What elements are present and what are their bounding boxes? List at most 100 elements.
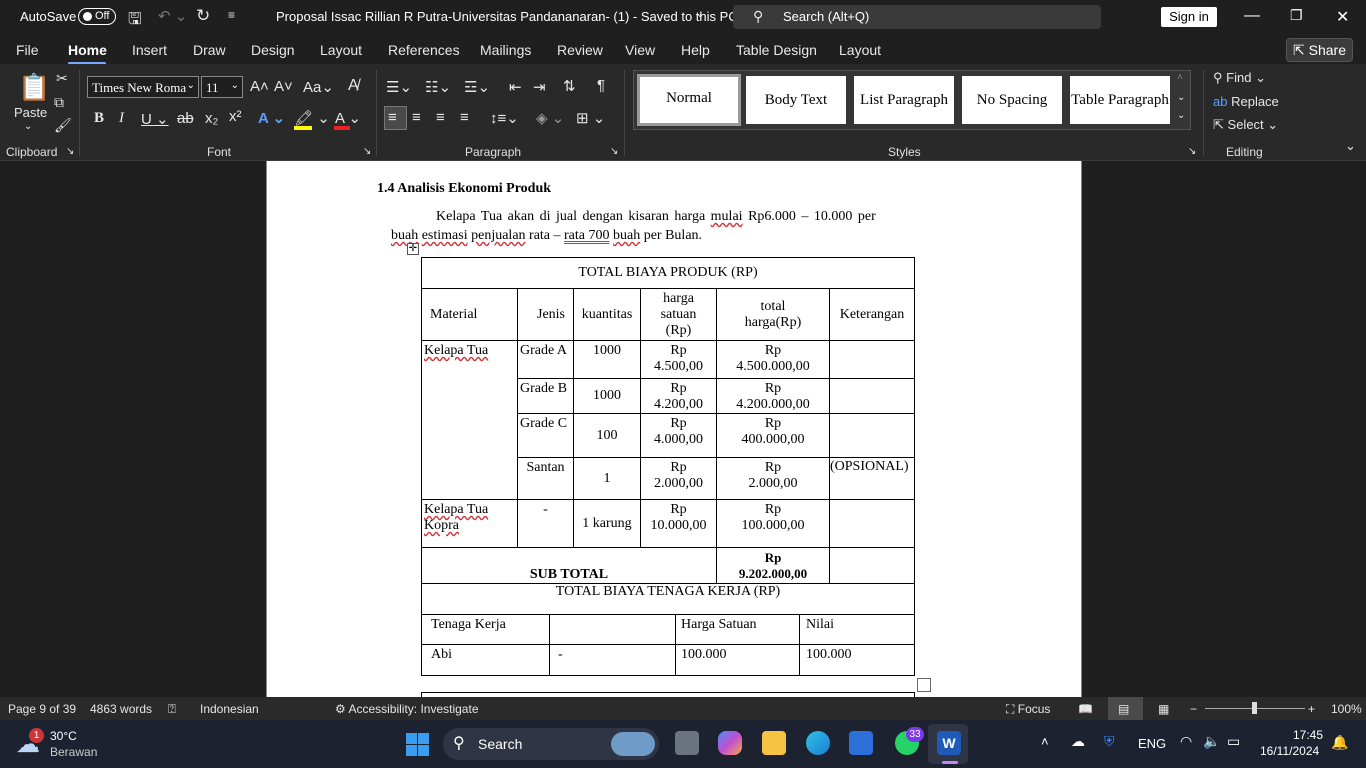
borders-icon[interactable]: ⊞ ⌄ — [576, 109, 605, 127]
paste-label[interactable]: Paste — [14, 105, 47, 120]
find-button[interactable]: ⚲ Find ⌄ — [1213, 70, 1266, 86]
tab-insert[interactable]: Insert — [132, 42, 167, 58]
cell-keterangan[interactable] — [829, 340, 915, 379]
header-keterangan[interactable]: Keterangan — [829, 288, 915, 341]
select-button[interactable]: ⇱ Select ⌄ — [1213, 117, 1278, 133]
table-title[interactable]: TOTAL BIAYA TENAGA KERJA (RP) — [421, 583, 915, 615]
start-icon[interactable] — [406, 733, 429, 756]
cell-jenis[interactable]: Grade C — [517, 413, 574, 458]
shrink-font-icon[interactable]: A˅ — [274, 78, 293, 95]
strikethrough-icon[interactable]: ab — [177, 110, 194, 127]
tab-help[interactable]: Help — [681, 42, 710, 58]
zoom-in-icon[interactable]: + — [1308, 702, 1315, 716]
header-total-harga[interactable]: total harga(Rp) — [716, 288, 830, 341]
title-chevron-icon[interactable]: ⌄ — [696, 9, 704, 20]
language[interactable]: Indonesian — [200, 702, 259, 716]
input-language[interactable]: ENG — [1138, 736, 1166, 751]
clock-time[interactable]: 17:45 — [1293, 728, 1323, 742]
tray-chevron-icon[interactable]: ˄ — [1041, 734, 1049, 749]
line-spacing-icon[interactable]: ↕≡⌄ — [490, 109, 519, 127]
focus-button[interactable]: ⛶ Focus — [1006, 702, 1050, 717]
cell-tenaga-kerja[interactable]: Abi — [421, 644, 550, 676]
cell-harga[interactable]: Rp 4.500,00 — [640, 340, 717, 379]
cell-keterangan[interactable] — [829, 547, 915, 584]
bold-icon[interactable]: B — [94, 110, 104, 127]
taskbar-search[interactable]: ⚲ Search — [443, 728, 659, 760]
tab-view[interactable]: View — [625, 42, 655, 58]
tab-table-layout[interactable]: Layout — [839, 42, 881, 58]
clock-date[interactable]: 16/11/2024 — [1260, 744, 1319, 758]
web-layout-icon[interactable]: ▦ — [1158, 702, 1169, 716]
paste-chevron-icon[interactable]: ⌄ — [24, 121, 32, 132]
cell-harga[interactable]: Rp 4.000,00 — [640, 413, 717, 458]
header-tenaga-kerja[interactable]: Tenaga Kerja — [421, 614, 550, 645]
bullets-icon[interactable]: ☰⌄ — [386, 78, 412, 96]
paste-icon[interactable]: 📋 — [18, 72, 50, 103]
cut-icon[interactable]: ✂ — [56, 70, 68, 87]
cell-total[interactable]: Rp 2.000,00 — [716, 457, 830, 500]
redo-icon[interactable]: ↻ — [196, 6, 210, 26]
shading-icon[interactable]: ◈ ⌄ — [536, 109, 564, 127]
style-body-text[interactable]: Body Text — [746, 76, 846, 124]
align-right-icon[interactable]: ≡ — [436, 109, 445, 126]
copy-icon[interactable]: ⧉ — [54, 94, 64, 111]
multilevel-list-icon[interactable]: ☲⌄ — [464, 78, 490, 96]
collapse-ribbon-icon[interactable]: ⌄ — [1345, 138, 1356, 154]
styles-scroll-down-icon[interactable]: ⌄ — [1177, 92, 1185, 103]
minimize-icon[interactable]: — — [1244, 7, 1260, 25]
style-no-spacing[interactable]: No Spacing — [962, 76, 1062, 124]
save-icon[interactable]: 🖫 — [128, 8, 142, 35]
restore-icon[interactable]: ❐ — [1290, 7, 1303, 24]
wifi-icon[interactable]: ◠ — [1180, 733, 1192, 750]
cell-keterangan[interactable]: (OPSIONAL) — [829, 457, 915, 500]
paragraph-launcher-icon[interactable]: ↘ — [610, 146, 618, 157]
tab-references[interactable]: References — [388, 42, 460, 58]
proofing-icon[interactable]: ⍰ — [168, 701, 176, 717]
increase-indent-icon[interactable]: ⇥ — [533, 78, 546, 96]
show-formatting-icon[interactable]: ¶ — [597, 77, 605, 94]
tab-mailings[interactable]: Mailings — [480, 42, 531, 58]
sign-in-button[interactable]: Sign in — [1161, 7, 1217, 27]
cell-total[interactable]: Rp 100.000,00 — [716, 499, 830, 548]
styles-scroll-up-icon[interactable]: ˄ — [1177, 72, 1183, 83]
italic-icon[interactable]: I — [119, 110, 124, 127]
font-size-combo[interactable]: 11 ⌄ — [201, 76, 243, 98]
cell-kuantitas[interactable]: 1 karung — [573, 499, 641, 548]
clipboard-launcher-icon[interactable]: ↘ — [66, 146, 74, 157]
cell-keterangan[interactable] — [829, 499, 915, 548]
undo-icon[interactable]: ↶ ⌄ — [158, 7, 187, 25]
change-case-icon[interactable]: Aa⌄ — [303, 78, 334, 96]
align-center-icon[interactable]: ≡ — [412, 109, 421, 126]
cell-jenis[interactable]: Grade B — [517, 378, 574, 414]
tab-table-design[interactable]: Table Design — [736, 42, 817, 58]
header-nilai[interactable]: Nilai — [799, 614, 915, 645]
font-launcher-icon[interactable]: ↘ — [363, 146, 371, 157]
table-resize-handle[interactable] — [917, 678, 931, 692]
clear-formatting-icon[interactable]: A̸ — [348, 77, 359, 95]
style-list-paragraph[interactable]: List Paragraph — [854, 76, 954, 124]
header-blank[interactable] — [549, 614, 676, 645]
cell-blank[interactable]: - — [549, 644, 676, 676]
tab-home[interactable]: Home — [68, 42, 107, 58]
subtotal-value[interactable]: Rp 9.202.000,00 — [716, 547, 830, 584]
tab-design[interactable]: Design — [251, 42, 295, 58]
cell-kuantitas[interactable]: 1000 — [573, 378, 641, 414]
format-painter-icon[interactable]: 🖌 — [54, 117, 72, 134]
superscript-icon[interactable]: x² — [229, 108, 242, 125]
volume-icon[interactable]: 🔈 — [1203, 733, 1220, 750]
table-title[interactable]: TOTAL BIAYA PRODUK (RP) — [421, 257, 915, 289]
task-view-icon[interactable] — [675, 731, 699, 755]
word-count[interactable]: 4863 words — [90, 702, 152, 716]
cell-kuantitas[interactable]: 100 — [573, 413, 641, 458]
header-harga-satuan[interactable]: harga satuan (Rp) — [640, 288, 717, 341]
battery-icon[interactable]: ▭ — [1227, 733, 1240, 750]
grow-font-icon[interactable]: A˄ — [250, 78, 269, 95]
tab-file[interactable]: File — [16, 42, 39, 58]
subscript-icon[interactable]: x₂ — [205, 110, 218, 127]
file-explorer-icon[interactable] — [762, 731, 786, 755]
weather-desc[interactable]: Berawan — [50, 745, 97, 759]
cell-harga-satuan[interactable]: 100.000 — [675, 644, 800, 676]
sort-icon[interactable]: ⇅ — [563, 77, 576, 95]
cell-material[interactable]: Kelapa Tua — [421, 340, 518, 500]
edge-icon[interactable] — [806, 731, 830, 755]
